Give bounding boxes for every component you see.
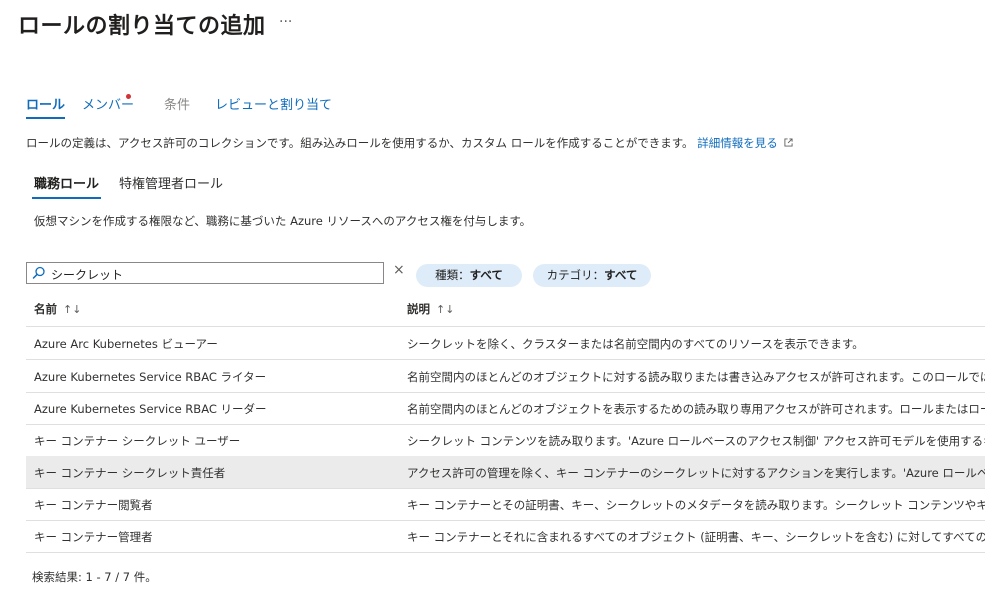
subtab-job-function-roles[interactable]: 職務ロール — [31, 173, 102, 199]
roles-description: ロールの定義は、アクセス許可のコレクションです。組み込みロールを使用するか、カス… — [26, 135, 793, 151]
role-name: キー コンテナー シークレット責任者 — [34, 466, 226, 480]
sort-icon: ↑↓ — [436, 303, 455, 316]
table-row[interactable]: Azure Kubernetes Service RBAC ライター 名前空間内… — [26, 360, 985, 393]
search-results-count: 検索結果: 1 - 7 / 7 件。 — [32, 570, 157, 584]
role-name: キー コンテナー管理者 — [34, 530, 153, 544]
table-row[interactable]: キー コンテナー シークレット ユーザー シークレット コンテンツを読み取ります… — [26, 424, 985, 457]
search-input[interactable]: シークレット — [26, 262, 384, 284]
role-name: Azure Kubernetes Service RBAC リーダー — [34, 402, 267, 416]
subtab-privileged-admin-roles[interactable]: 特権管理者ロール — [119, 173, 223, 192]
filter-type-label: 種類： — [435, 268, 470, 282]
more-options-button[interactable]: ··· — [279, 14, 292, 30]
tab-review-assign[interactable]: レビューと割り当て — [215, 94, 332, 113]
page-title: ロールの割り当ての追加 — [18, 14, 266, 39]
job-roles-description: 仮想マシンを作成する権限など、職務に基づいた Azure リソースへのアクセス権… — [34, 214, 532, 228]
roles-description-text: ロールの定義は、アクセス許可のコレクションです。組み込みロールを使用するか、カス… — [26, 136, 694, 150]
tab-role[interactable]: ロール — [26, 94, 66, 119]
role-description: アクセス許可の管理を除く、キー コンテナーのシークレットに対するアクションを実行… — [407, 466, 985, 480]
search-icon — [32, 266, 45, 279]
learn-more-label: 詳細情報を見る — [697, 136, 778, 150]
sort-icon: ↑↓ — [63, 303, 82, 316]
column-header-name[interactable]: 名前 ↑↓ — [34, 301, 81, 317]
wizard-tabs: ロール メンバー 条件 レビューと割り当て — [26, 94, 346, 120]
search-input-value: シークレット — [51, 268, 124, 282]
filter-type-value: すべて — [469, 268, 503, 282]
table-row[interactable]: キー コンテナー管理者 キー コンテナーとそれに含まれるすべてのオブジェクト (… — [26, 520, 985, 553]
table-row[interactable]: Azure Arc Kubernetes ビューアー シークレットを除く、クラス… — [26, 327, 985, 360]
filter-category-pill[interactable]: カテゴリ：すべて — [533, 264, 651, 287]
filter-category-label: カテゴリ： — [546, 268, 605, 282]
table-row-selected[interactable]: キー コンテナー シークレット責任者 アクセス許可の管理を除く、キー コンテナー… — [26, 456, 985, 489]
role-description: キー コンテナーとそれに含まれるすべてのオブジェクト (証明書、キー、シークレッ… — [407, 530, 985, 544]
role-name: Azure Kubernetes Service RBAC ライター — [34, 370, 267, 384]
role-description: キー コンテナーとその証明書、キー、シークレットのメタデータを読み取ります。シー… — [407, 498, 985, 512]
role-description: 名前空間内のほとんどのオブジェクトに対する読み取りまたは書き込みアクセスが許可さ… — [407, 370, 985, 384]
role-name: キー コンテナー シークレット ユーザー — [34, 434, 241, 448]
role-name: Azure Arc Kubernetes ビューアー — [34, 337, 218, 351]
column-header-name-label: 名前 — [34, 302, 57, 316]
role-description: シークレットを除く、クラスターまたは名前空間内のすべてのリソースを表示できます。 — [407, 337, 864, 351]
column-header-description-label: 説明 — [407, 302, 430, 316]
table-row[interactable]: Azure Kubernetes Service RBAC リーダー 名前空間内… — [26, 392, 985, 425]
clear-search-icon[interactable]: × — [393, 262, 405, 278]
filter-type-pill[interactable]: 種類：すべて — [416, 264, 522, 287]
table-row[interactable]: キー コンテナー閲覧者 キー コンテナーとその証明書、キー、シークレットのメタデ… — [26, 488, 985, 521]
column-header-description[interactable]: 説明 ↑↓ — [407, 301, 454, 317]
tab-conditions: 条件 — [164, 98, 191, 113]
role-description: シークレット コンテンツを読み取ります。'Azure ロールベースのアクセス制御… — [407, 434, 985, 448]
filter-category-value: すべて — [604, 268, 638, 282]
learn-more-link[interactable]: 詳細情報を見る — [697, 136, 793, 150]
tab-members-label: メンバー — [82, 98, 135, 113]
required-indicator-icon — [126, 94, 131, 99]
role-name: キー コンテナー閲覧者 — [34, 498, 153, 512]
external-link-icon — [784, 138, 793, 147]
role-description: 名前空間内のほとんどのオブジェクトを表示するための読み取り専用アクセスが許可され… — [407, 402, 985, 416]
